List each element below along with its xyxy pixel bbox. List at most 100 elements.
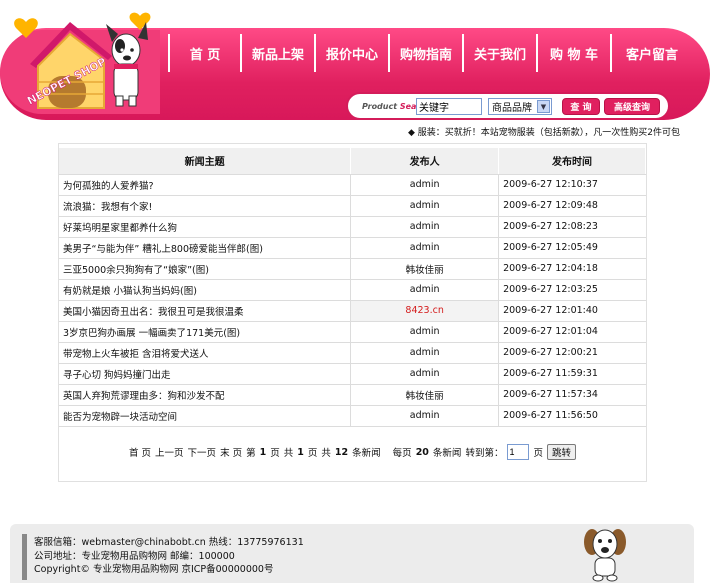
news-author: admin (350, 405, 500, 427)
pager-prev-link[interactable]: 上一页 (155, 445, 184, 459)
table-row: 美国小猫因奇丑出名：我很丑可是我很温柔 8423.cn 2009-6-27 12… (59, 300, 646, 322)
footer-address: 公司地址：专业宠物用品购物网 邮编：100000 (34, 550, 235, 562)
pager-total-suffix: 页 (307, 448, 318, 459)
news-title-link[interactable]: 好莱坞明星家里都养什么狗 (59, 216, 352, 238)
pager-last-link[interactable]: 末 页 (220, 445, 242, 459)
news-list-panel: 新闻主题 发布人 发布时间 为何孤独的人爱养猫? admin 2009-6-27… (58, 143, 647, 482)
news-time: 2009-6-27 12:03:25 (498, 279, 646, 301)
news-title-link[interactable]: 流浪猫：我想有个家! (59, 195, 352, 217)
table-row: 能否为宠物辟一块活动空间 admin 2009-6-27 11:56:50 (59, 405, 646, 427)
chevron-down-icon[interactable]: ▼ (537, 100, 550, 113)
news-title-link[interactable]: 美男子“与能为伴” 糟礼上800磅爱能当伴郎(图) (59, 237, 352, 259)
pager-page-suffix: 页 (270, 448, 280, 459)
footer-accent-bar (22, 534, 27, 580)
table-row: 流浪猫：我想有个家! admin 2009-6-27 12:09:48 (59, 195, 646, 217)
nav-guestbook[interactable]: 客户留言 (612, 34, 692, 72)
pager-goto-button[interactable]: 跳转 (546, 444, 576, 460)
news-time: 2009-6-27 12:01:40 (498, 300, 646, 322)
pager-total-pages: 1 (297, 446, 304, 458)
pager-total-prefix: 共 (283, 448, 294, 459)
pager-current-page: 1 (259, 446, 267, 458)
news-author: 8423.cn (350, 300, 500, 322)
site-footer: 客服信箱：webmaster@chinabobt.cn 热线：137759761… (10, 524, 694, 583)
table-row: 为何孤独的人爱养猫? admin 2009-6-27 12:10:37 (59, 174, 646, 196)
table-row: 有奶就是娘 小猫认狗当妈妈(图) admin 2009-6-27 12:03:2… (59, 279, 646, 301)
news-author: admin (350, 195, 500, 217)
news-time: 2009-6-27 12:05:49 (498, 237, 646, 259)
pager-first-link[interactable]: 首 页 (129, 445, 151, 459)
scrolling-notice[interactable]: ◆ 服装：买就折！本站宠物服装（包括新款），凡一次性购买2件可包 (408, 125, 710, 138)
footer-contact: 客服信箱：webmaster@chinabobt.cn 热线：137759761… (34, 537, 304, 548)
table-row: 寻子心切 狗妈妈撞门出走 admin 2009-6-27 11:59:31 (59, 363, 646, 385)
search-keyword-input[interactable] (416, 98, 482, 115)
news-author: 韩妆佳丽 (350, 384, 500, 406)
news-table: 新闻主题 发布人 发布时间 为何孤独的人爱养猫? admin 2009-6-27… (59, 148, 646, 427)
pager-goto-input[interactable] (507, 444, 530, 460)
nav-cart[interactable]: 购 物 车 (538, 34, 612, 72)
column-title: 新闻主题 (59, 148, 352, 175)
news-author: 韩妆佳丽 (350, 258, 500, 280)
pager-goto-label: 转到第： (465, 448, 504, 459)
news-title-link[interactable]: 能否为宠物辟一块活动空间 (59, 405, 352, 427)
nav-price-center[interactable]: 报价中心 (316, 34, 390, 72)
news-title-link[interactable]: 寻子心切 狗妈妈撞门出走 (59, 363, 352, 385)
news-author: admin (350, 342, 500, 364)
pager-per-page: 20 (415, 446, 429, 458)
table-row: 带宠物上火车被拒 含泪将爱犬送人 admin 2009-6-27 12:00:2… (59, 342, 646, 364)
news-title-link[interactable]: 3岁京巴狗办画展 一幅画卖了171美元(图) (59, 321, 352, 343)
news-title-link[interactable]: 美国小猫因奇丑出名：我很丑可是我很温柔 (59, 300, 352, 322)
news-author: admin (350, 363, 500, 385)
nav-about-us[interactable]: 关于我们 (464, 34, 538, 72)
brand-select-value: 商品品牌 (492, 103, 532, 114)
table-row: 3岁京巴狗办画展 一幅画卖了171美元(图) admin 2009-6-27 1… (59, 321, 646, 343)
pager-count-prefix: 共 (321, 448, 331, 459)
advanced-search-button[interactable]: 高级查询 (604, 98, 660, 115)
news-time: 2009-6-27 12:10:37 (498, 174, 646, 196)
news-author: admin (350, 174, 500, 196)
pager-page-prefix: 第 (246, 448, 256, 459)
news-time: 2009-6-27 11:57:34 (498, 384, 646, 406)
pager-next-link[interactable]: 下一页 (188, 445, 217, 459)
news-author: admin (350, 321, 500, 343)
pagination: 首 页 上一页 下一页 末 页 第 1 页 共 1 页 共 12 条新闻 每页 … (59, 444, 646, 460)
pager-count-suffix: 条新闻 (352, 448, 381, 459)
news-title-link[interactable]: 三亚5000余只狗狗有了“娘家”(图) (59, 258, 352, 280)
table-row: 美男子“与能为伴” 糟礼上800磅爱能当伴郎(图) admin 2009-6-2… (59, 237, 646, 259)
news-author: admin (350, 216, 500, 238)
main-nav: 首 页 新品上架 报价中心 购物指南 关于我们 购 物 车 客户留言 (168, 34, 692, 72)
nav-shopping-guide[interactable]: 购物指南 (390, 34, 464, 72)
news-time: 2009-6-27 11:56:50 (498, 405, 646, 427)
column-author: 发布人 (350, 148, 500, 175)
news-time: 2009-6-27 12:09:48 (498, 195, 646, 217)
pager-goto-suffix: 页 (533, 448, 543, 459)
product-search-panel: Product Search 商品品牌 ▼ 查 询 高级查询 (346, 92, 670, 120)
news-author: admin (350, 237, 500, 259)
table-row: 英国人弃狗荒谬理由多：狗和沙发不配 韩妆佳丽 2009-6-27 11:57:3… (59, 384, 646, 406)
search-button[interactable]: 查 询 (562, 98, 600, 115)
news-title-link[interactable]: 有奶就是娘 小猫认狗当妈妈(图) (59, 279, 352, 301)
news-title-link[interactable]: 带宠物上火车被拒 含泪将爱犬送人 (59, 342, 352, 364)
neopet-shop-logo[interactable]: NEOPET SHOP (8, 4, 158, 116)
site-header: NEOPET SHOP 首 页 新品上架 报价中心 购物指南 关于我们 购 物 … (0, 0, 710, 138)
table-row: 三亚5000余只狗狗有了“娘家”(图) 韩妆佳丽 2009-6-27 12:04… (59, 258, 646, 280)
footer-info: 客服信箱：webmaster@chinabobt.cn 热线：137759761… (34, 536, 304, 577)
news-title-link[interactable]: 英国人弃狗荒谬理由多：狗和沙发不配 (59, 384, 352, 406)
news-author: admin (350, 279, 500, 301)
table-row: 好莱坞明星家里都养什么狗 admin 2009-6-27 12:08:23 (59, 216, 646, 238)
news-time: 2009-6-27 11:59:31 (498, 363, 646, 385)
news-table-header: 新闻主题 发布人 发布时间 (59, 148, 646, 175)
news-title-link[interactable]: 为何孤独的人爱养猫? (59, 174, 352, 196)
brand-select[interactable]: 商品品牌 ▼ (488, 98, 552, 115)
pager-count: 12 (334, 446, 349, 458)
pager-per-page-suffix: 条新闻 (432, 448, 462, 459)
pager-per-page-prefix: 每页 (392, 448, 412, 459)
footer-copyright: Copyright© 专业宠物用品购物网 京ICP备00000000号 (34, 564, 274, 575)
news-time: 2009-6-27 12:08:23 (498, 216, 646, 238)
news-time: 2009-6-27 12:00:21 (498, 342, 646, 364)
news-time: 2009-6-27 12:01:04 (498, 321, 646, 343)
dog-mascot-icon (584, 529, 626, 582)
column-time: 发布时间 (498, 148, 646, 175)
nav-new-products[interactable]: 新品上架 (242, 34, 316, 72)
nav-home[interactable]: 首 页 (168, 34, 242, 72)
news-time: 2009-6-27 12:04:18 (498, 258, 646, 280)
